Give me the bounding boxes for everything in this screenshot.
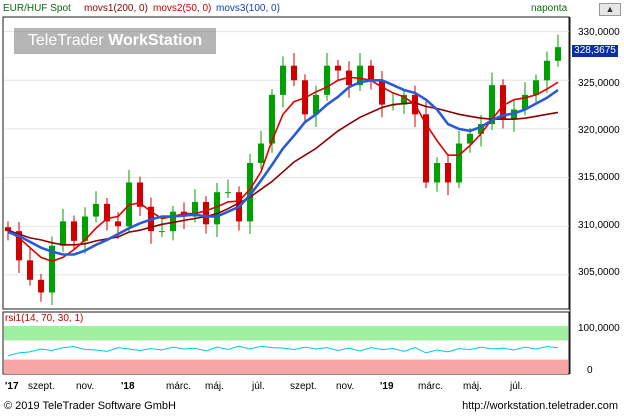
- footer-copyright: © 2019 TeleTrader Software GmbH: [4, 400, 176, 412]
- candle-body-42: [466, 133, 474, 144]
- candle-body-29: [323, 65, 331, 95]
- candle-body-30: [334, 65, 342, 71]
- y-tick-305: 305,0000: [578, 267, 620, 278]
- candle-body-34: [378, 80, 386, 105]
- candle-body-3: [37, 279, 45, 293]
- watermark-brand: TeleTrader: [27, 32, 104, 49]
- y-tick-330: 330,0000: [578, 27, 620, 38]
- y-tick-315: 315,0000: [578, 172, 620, 183]
- teletrader-watermark: TeleTrader WorkStation: [14, 28, 216, 54]
- x-tick-2017: '17: [5, 381, 19, 392]
- x-tick-nov-18: nov.: [336, 381, 355, 392]
- y-tick-320: 320,0000: [578, 125, 620, 136]
- candle-body-14: [158, 231, 166, 233]
- footer-url[interactable]: http://workstation.teletrader.com: [462, 400, 618, 412]
- x-tick-marc-19: márc.: [418, 381, 443, 392]
- y-tick-310: 310,0000: [578, 220, 620, 231]
- candle-body-23: [257, 143, 265, 163]
- price-chart[interactable]: [0, 0, 624, 416]
- candle-body-48: [532, 80, 540, 95]
- x-tick-jul-18: júl.: [252, 381, 265, 392]
- rsi-oversold-zone: [4, 359, 568, 374]
- x-tick-nov-17: nov.: [76, 381, 95, 392]
- x-tick-2019: '19: [380, 381, 394, 392]
- rsi-title: rsi1(14, 70, 30, 1): [5, 313, 84, 324]
- watermark-product: WorkStation: [108, 32, 203, 49]
- candle-body-50: [554, 47, 562, 61]
- candle-body-39: [433, 163, 441, 183]
- candle-body-41: [455, 143, 463, 183]
- candle-body-8: [92, 203, 100, 217]
- candle-body-20: [224, 192, 232, 194]
- candle-body-5: [59, 221, 67, 246]
- x-tick-szept-17: szept.: [28, 381, 55, 392]
- candle-body-25: [279, 65, 287, 95]
- x-tick-marc-18: márc.: [166, 381, 191, 392]
- candle-body-6: [70, 221, 78, 241]
- candle-body-10: [114, 221, 122, 227]
- candle-body-33: [367, 65, 375, 81]
- x-tick-maj-19: máj.: [463, 381, 482, 392]
- rsi-overbought-zone: [4, 326, 568, 341]
- candle-body-26: [290, 65, 298, 81]
- candle-body-2: [26, 260, 34, 280]
- chart-window: EUR/HUF Spot movs1(200, 0) movs2(50, 0) …: [0, 0, 624, 416]
- x-tick-2018: '18: [121, 381, 135, 392]
- rsi-y-tick-100: 100,0000: [578, 323, 620, 334]
- candle-body-49: [543, 60, 551, 81]
- last-price-badge: 328,3675: [572, 45, 618, 57]
- x-tick-szept-18: szept.: [290, 381, 317, 392]
- x-tick-jul-19: júl.: [510, 381, 523, 392]
- rsi-y-tick-0: 0: [587, 365, 593, 376]
- y-tick-325: 325,0000: [578, 78, 620, 89]
- candle-body-40: [444, 163, 452, 183]
- candle-body-18: [202, 201, 210, 225]
- x-tick-maj-18: máj.: [205, 381, 224, 392]
